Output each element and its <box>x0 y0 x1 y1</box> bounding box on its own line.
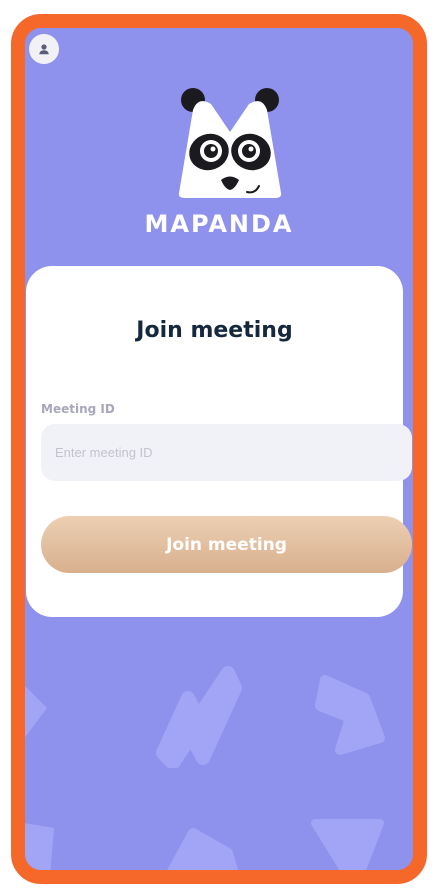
join-meeting-card: Join meeting Meeting ID Join meeting <box>26 266 412 617</box>
user-icon <box>39 44 49 55</box>
decor-shape-bottom-mid <box>167 828 239 870</box>
brand-name: MAPANDA <box>144 210 294 238</box>
meeting-id-label: Meeting ID <box>41 402 115 416</box>
panda-logo-icon <box>178 88 282 198</box>
app-screen: MAPANDA Join meeting Meeting ID Join mee… <box>25 28 413 870</box>
phone-frame: MAPANDA Join meeting Meeting ID Join mee… <box>11 14 427 884</box>
join-meeting-button[interactable]: Join meeting <box>41 516 412 573</box>
decor-shape-bottom-right <box>311 819 384 870</box>
logo-area: MAPANDA <box>25 88 413 258</box>
decor-shape-bottom-left <box>25 823 54 870</box>
decor-shape-left <box>25 686 47 738</box>
decor-shape-zigzag <box>156 666 242 768</box>
profile-avatar-button[interactable] <box>29 34 59 64</box>
meeting-id-input[interactable] <box>41 424 412 481</box>
card-title: Join meeting <box>136 318 293 343</box>
decor-shape-arrow <box>315 675 385 755</box>
